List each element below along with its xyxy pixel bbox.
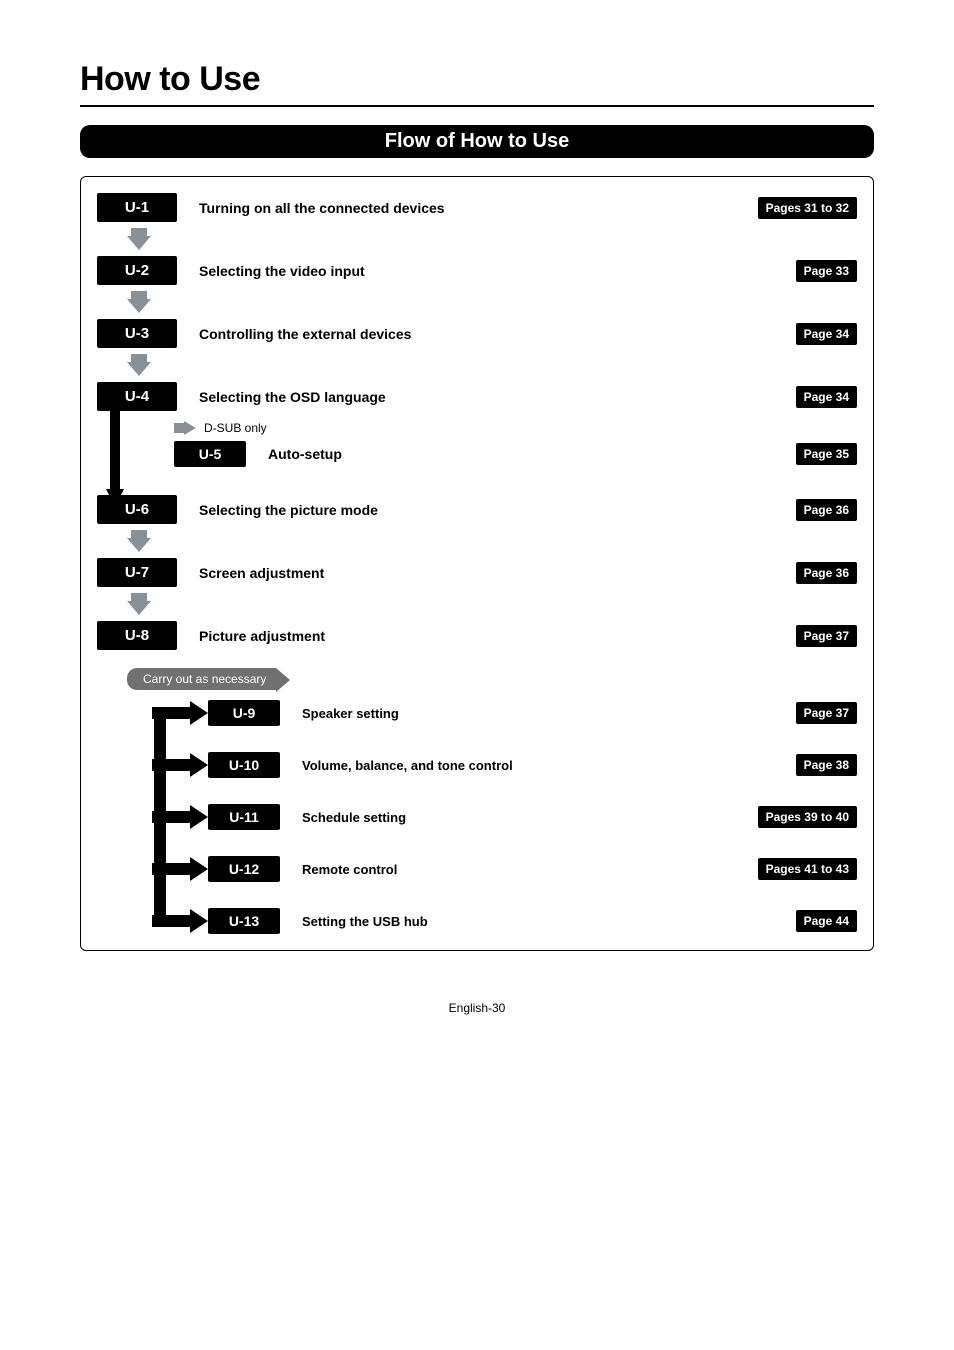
page-badge-u4: Page 34 — [796, 386, 857, 408]
step-title-u11: Schedule setting — [302, 810, 748, 825]
step-row: U-2 Selecting the video input Page 33 — [97, 256, 857, 285]
step-title-u8: Picture adjustment — [199, 628, 786, 644]
step-row: U-8 Picture adjustment Page 37 — [97, 621, 857, 650]
arrow-right-icon — [152, 909, 208, 933]
step-title-u5: Auto-setup — [268, 446, 786, 462]
step-title-u4: Selecting the OSD language — [199, 389, 786, 405]
arrow-down-icon — [127, 530, 857, 552]
arrow-down-icon — [127, 228, 857, 250]
page-badge-u2: Page 33 — [796, 260, 857, 282]
page-badge-u8: Page 37 — [796, 625, 857, 647]
step-row: U-6 Selecting the picture mode Page 36 — [97, 495, 857, 524]
step-row: U-7 Screen adjustment Page 36 — [97, 558, 857, 587]
step-id-u5: U-5 — [174, 441, 246, 467]
long-arrow-icon — [106, 411, 124, 507]
page-badge-u13: Page 44 — [796, 910, 857, 932]
branch-row: U-10 Volume, balance, and tone control P… — [152, 752, 857, 778]
sub-note-row: D-SUB only — [174, 421, 857, 435]
step-id-u12: U-12 — [208, 856, 280, 882]
page-badge-u10: Page 38 — [796, 754, 857, 776]
step-title-u13: Setting the USB hub — [302, 914, 786, 929]
step-title-u10: Volume, balance, and tone control — [302, 758, 786, 773]
branch-row: U-12 Remote control Pages 41 to 43 — [152, 856, 857, 882]
step-id-u13: U-13 — [208, 908, 280, 934]
section-bar: Flow of How to Use — [80, 125, 874, 158]
branch-row: U-13 Setting the USB hub Page 44 — [152, 908, 857, 934]
page: How to Use Flow of How to Use U-1 Turnin… — [0, 0, 954, 1055]
page-badge-u12: Pages 41 to 43 — [758, 858, 857, 880]
branch-row: U-11 Schedule setting Pages 39 to 40 — [152, 804, 857, 830]
step-id-u1: U-1 — [97, 193, 177, 222]
flow-card: U-1 Turning on all the connected devices… — [80, 176, 874, 951]
arrow-right-icon — [152, 753, 208, 777]
arrow-right-icon — [152, 701, 208, 725]
arrow-down-icon — [127, 354, 857, 376]
step-title-u9: Speaker setting — [302, 706, 786, 721]
page-badge-u7: Page 36 — [796, 562, 857, 584]
step-title-u1: Turning on all the connected devices — [199, 200, 748, 216]
arrow-right-icon — [152, 857, 208, 881]
step-id-u2: U-2 — [97, 256, 177, 285]
page-badge-u5: Page 35 — [796, 443, 857, 465]
branch-row: U-9 Speaker setting Page 37 — [152, 700, 857, 726]
step-id-u7: U-7 — [97, 558, 177, 587]
step-title-u2: Selecting the video input — [199, 263, 786, 279]
arrow-right-small-icon — [174, 421, 196, 435]
step-row: U-3 Controlling the external devices Pag… — [97, 319, 857, 348]
step-id-u3: U-3 — [97, 319, 177, 348]
arrow-down-icon — [127, 291, 857, 313]
branch-note: Carry out as necessary — [127, 668, 276, 690]
step-id-u4: U-4 — [97, 382, 177, 411]
step-id-u10: U-10 — [208, 752, 280, 778]
sub-block-u5: D-SUB only U-5 Auto-setup Page 35 — [152, 421, 857, 467]
title-rule — [80, 105, 874, 107]
branch-note-wrap: Carry out as necessary — [127, 668, 857, 690]
page-badge-u6: Page 36 — [796, 499, 857, 521]
sub-note-u5: D-SUB only — [204, 421, 267, 435]
page-badge-u9: Page 37 — [796, 702, 857, 724]
page-title: How to Use — [80, 60, 874, 99]
page-footer: English-30 — [80, 1001, 874, 1015]
page-badge-u1: Pages 31 to 32 — [758, 197, 857, 219]
step-title-u6: Selecting the picture mode — [199, 502, 786, 518]
page-badge-u3: Page 34 — [796, 323, 857, 345]
step-title-u12: Remote control — [302, 862, 748, 877]
step-title-u3: Controlling the external devices — [199, 326, 786, 342]
branch-wrap: U-9 Speaker setting Page 37 U-10 Volume,… — [152, 700, 857, 934]
step-id-u9: U-9 — [208, 700, 280, 726]
arrow-down-icon — [127, 593, 857, 615]
step-row: U-5 Auto-setup Page 35 — [152, 441, 857, 467]
page-badge-u11: Pages 39 to 40 — [758, 806, 857, 828]
arrow-right-icon — [152, 805, 208, 829]
step-row: U-4 Selecting the OSD language Page 34 — [97, 382, 857, 411]
step-title-u7: Screen adjustment — [199, 565, 786, 581]
step-id-u8: U-8 — [97, 621, 177, 650]
step-row: U-1 Turning on all the connected devices… — [97, 193, 857, 222]
step-id-u11: U-11 — [208, 804, 280, 830]
